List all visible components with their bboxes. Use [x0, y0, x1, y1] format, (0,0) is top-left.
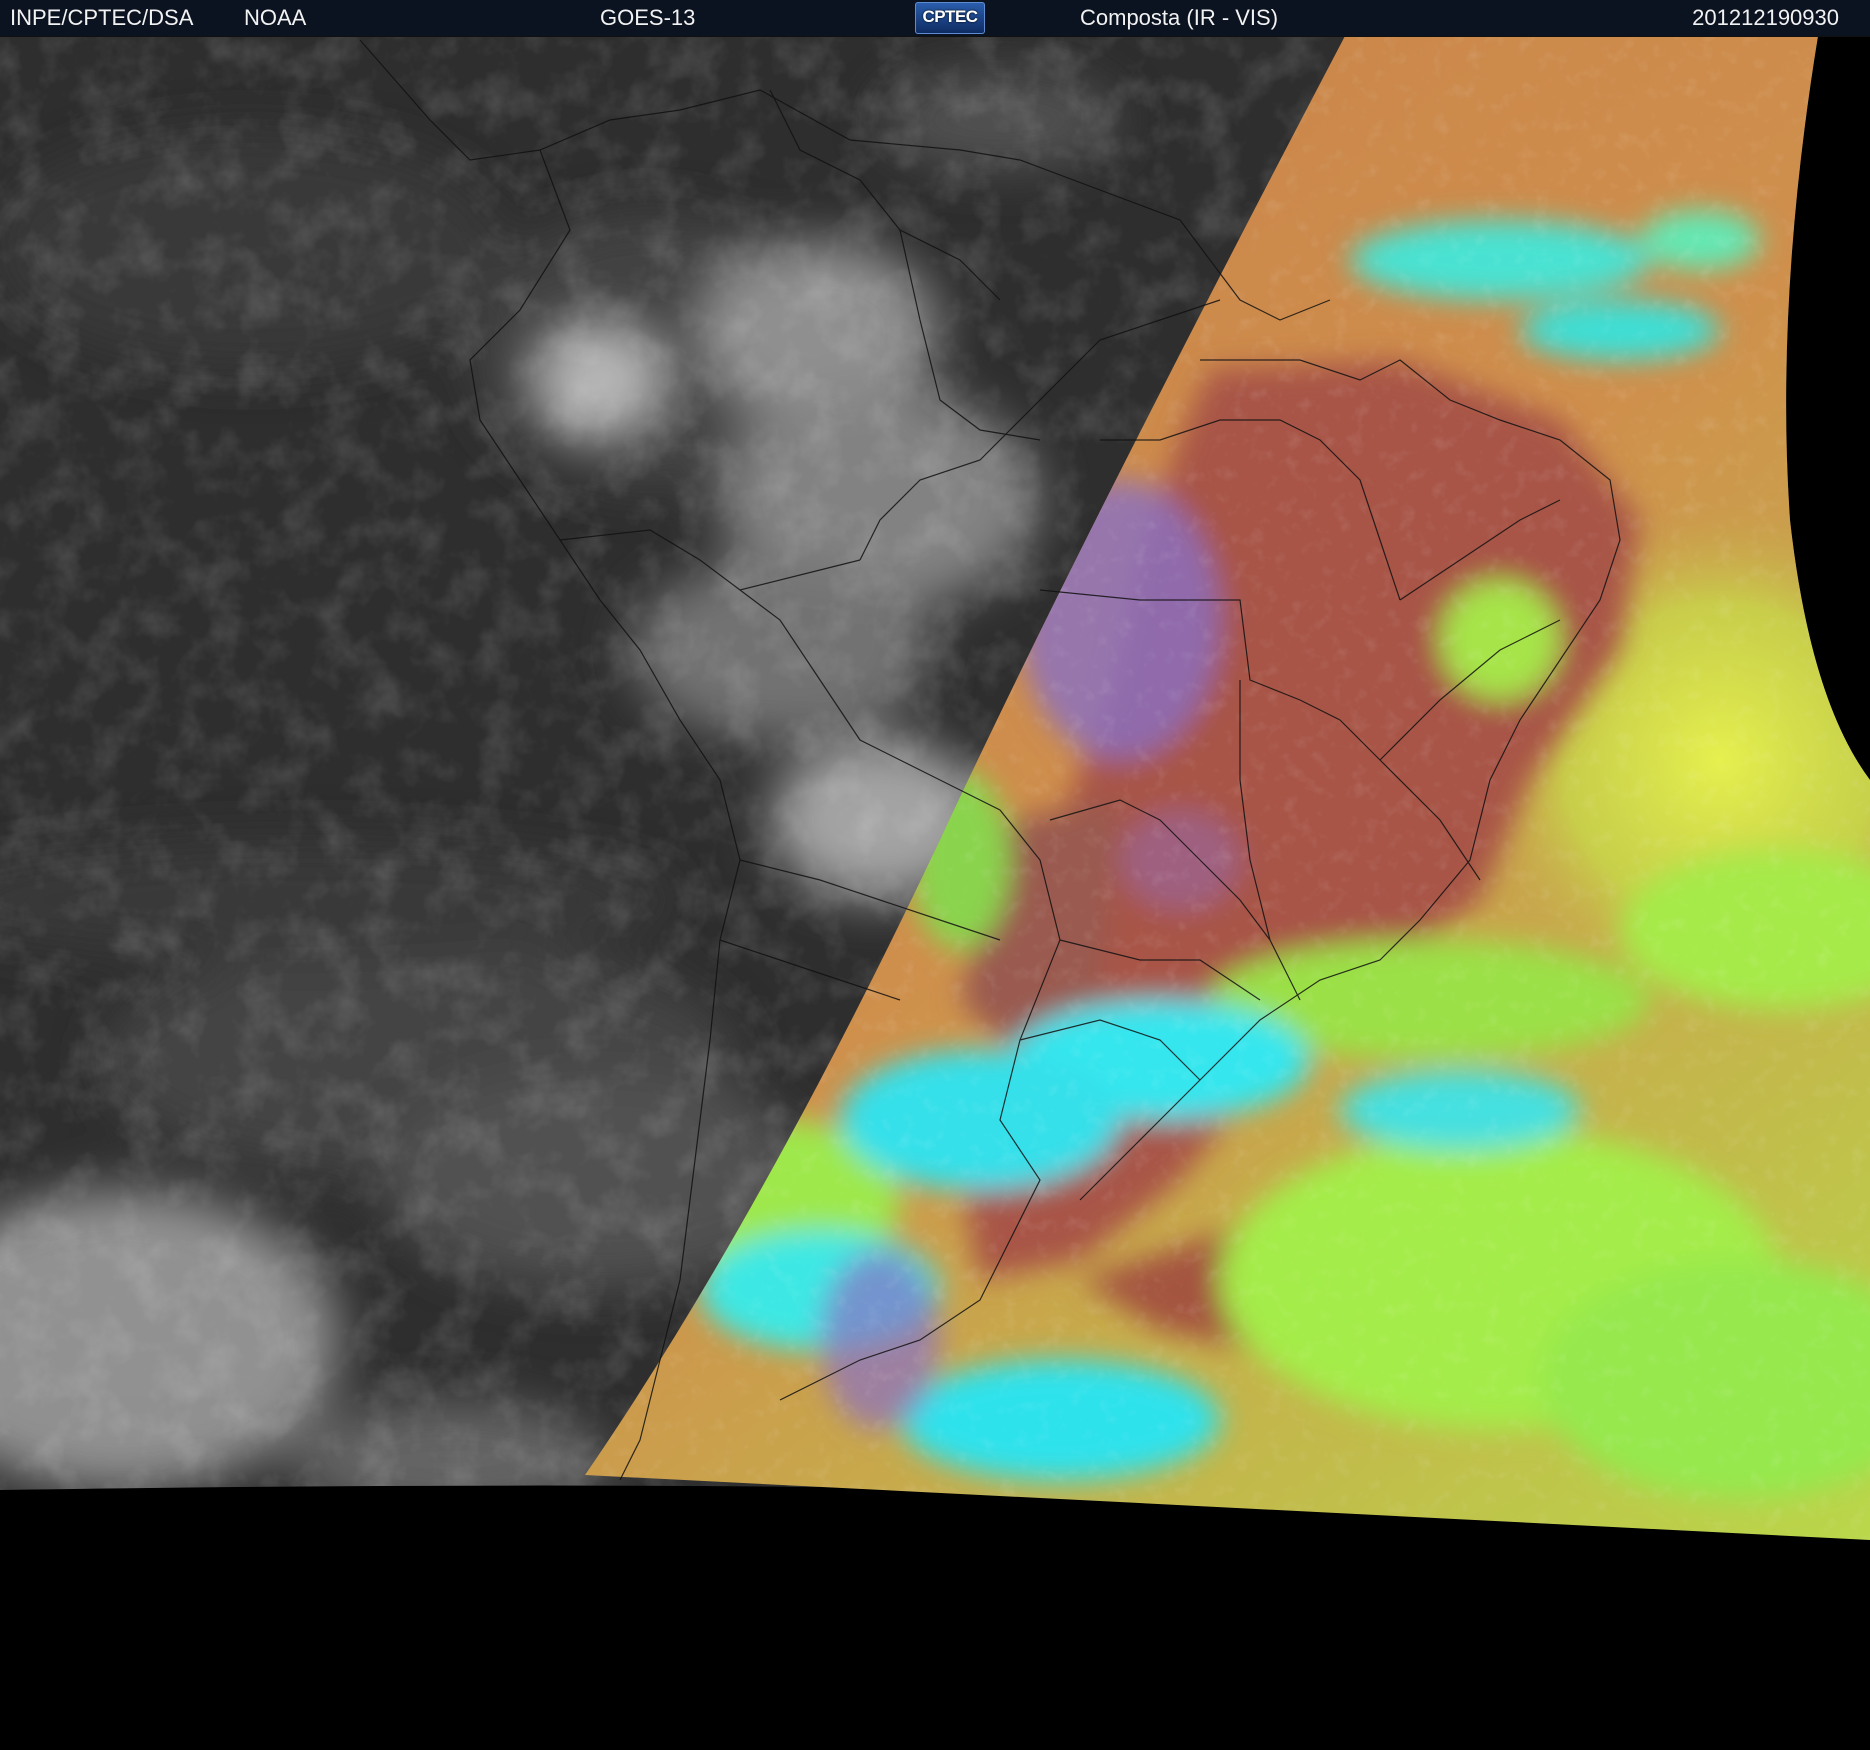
product-label: Composta (IR - VIS) [1080, 5, 1279, 30]
satellite-label: GOES-13 [600, 5, 696, 30]
timestamp-label: 201212190930 [1692, 5, 1839, 30]
header-bar: INPE/CPTEC/DSA NOAA GOES-13 CPTEC Compos… [0, 0, 1870, 37]
source-label: NOAA [244, 5, 307, 30]
agency-label: INPE/CPTEC/DSA [10, 5, 194, 30]
cptec-logo-text: CPTEC [922, 7, 978, 26]
cptec-logo: CPTEC [915, 2, 985, 34]
satellite-image [0, 0, 1870, 1750]
